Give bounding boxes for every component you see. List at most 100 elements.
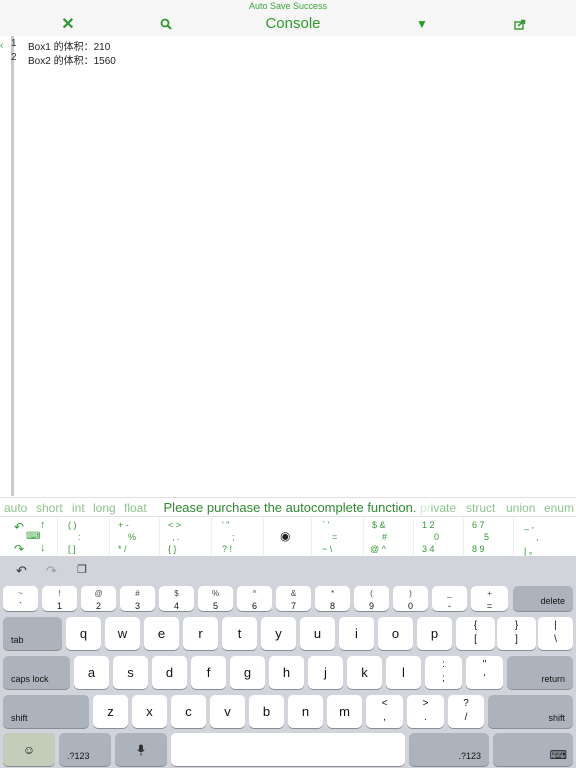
key-5[interactable]: % 5 (198, 586, 233, 611)
key-backtick[interactable]: ~ ` (3, 586, 38, 611)
redo-icon[interactable]: ↷ (46, 563, 57, 579)
key-9[interactable]: (9 (354, 586, 389, 611)
shift-key-left[interactable]: shift (3, 695, 89, 728)
key-y[interactable]: y (261, 617, 296, 650)
keyword-item[interactable]: float (124, 501, 147, 515)
key-t[interactable]: t (222, 617, 257, 650)
microphone-key[interactable] (115, 733, 167, 766)
key-w[interactable]: w (105, 617, 140, 650)
key-r[interactable]: r (183, 617, 218, 650)
key-h[interactable]: h (269, 656, 304, 689)
keyboard-icon[interactable]: ⌨ (26, 531, 40, 542)
symbol-key[interactable]: ' " ; ? ! (212, 518, 264, 556)
key-8[interactable]: * 8 (315, 586, 350, 611)
key-n[interactable]: n (288, 695, 323, 728)
cursor-dot-icon[interactable]: ◉ (280, 529, 290, 543)
dismiss-keyboard-key[interactable]: ⌨ (493, 733, 573, 766)
key-1[interactable]: ! 1 (42, 586, 77, 611)
key-k[interactable]: k (347, 656, 382, 689)
symbol-glyph: ' " (222, 520, 230, 530)
key-right-bracket[interactable]: }] (497, 617, 536, 650)
arrow-down-icon[interactable]: ↓ (40, 542, 46, 554)
key-p[interactable]: p (417, 617, 452, 650)
arrow-up-icon[interactable]: ↑ (40, 519, 46, 531)
key-a[interactable]: a (74, 656, 109, 689)
key-semicolon[interactable]: :; (425, 656, 462, 689)
key-v[interactable]: v (210, 695, 245, 728)
page-title: Console (265, 15, 321, 32)
undo-arrow-icon[interactable]: ↶ (14, 520, 24, 534)
share-button[interactable] (510, 14, 530, 34)
symbol-key[interactable]: < > , . { } (160, 518, 212, 556)
delete-key[interactable]: delete (513, 586, 573, 611)
numbers-key-right[interactable]: .?123 (409, 733, 489, 766)
symbol-glyph: ; (232, 532, 235, 542)
keyword-item[interactable]: long (93, 501, 116, 515)
return-key[interactable]: return (507, 656, 573, 689)
key-slash[interactable]: ? / (448, 695, 484, 728)
symbol-key[interactable]: ` ' = ~ \ (312, 518, 364, 556)
symbol-glyph: ( ) (68, 520, 77, 530)
undo-icon[interactable]: ↶ (16, 563, 27, 579)
caps-lock-key[interactable]: caps lock (3, 656, 70, 689)
key-2[interactable]: @2 (81, 586, 116, 611)
key-quote[interactable]: " ' (466, 656, 503, 689)
share-icon (514, 19, 526, 30)
key-6[interactable]: ^ 6 (237, 586, 272, 611)
run-button[interactable]: ▼ (412, 14, 432, 34)
key-comma[interactable]: <, (366, 695, 403, 728)
key-0[interactable]: ) 0 (393, 586, 428, 611)
keyword-item[interactable]: struct (466, 501, 495, 515)
key-d[interactable]: d (152, 656, 187, 689)
numbers-key-left[interactable]: .?123 (59, 733, 111, 766)
keyword-item[interactable]: short (36, 501, 63, 515)
key-e[interactable]: e (144, 617, 179, 650)
key-x[interactable]: x (132, 695, 167, 728)
key-4[interactable]: $4 (159, 586, 194, 611)
key-left-bracket[interactable]: {[ (456, 617, 495, 650)
key-g[interactable]: g (230, 656, 265, 689)
key-q[interactable]: q (66, 617, 101, 650)
key-z[interactable]: z (93, 695, 128, 728)
key-b[interactable]: b (249, 695, 284, 728)
key-j[interactable]: j (308, 656, 343, 689)
chevron-left-icon[interactable]: ‹ (0, 40, 3, 51)
keyword-item[interactable]: int (72, 501, 85, 515)
key-o[interactable]: o (378, 617, 413, 650)
key-period[interactable]: >. (407, 695, 444, 728)
console-output[interactable]: ‹ 1 Box1 的体积：210 2 Box2 的体积：1560 (0, 36, 576, 496)
key-u[interactable]: u (300, 617, 335, 650)
key-equals[interactable]: + = (471, 586, 508, 611)
key-3[interactable]: #3 (120, 586, 155, 611)
key-c[interactable]: c (171, 695, 206, 728)
key-i[interactable]: i (339, 617, 374, 650)
key-l[interactable]: l (386, 656, 421, 689)
emoji-key[interactable]: ☺ (3, 733, 55, 766)
symbol-key[interactable]: _ , , | 。 (514, 518, 576, 556)
symbol-key[interactable]: + - % * / (110, 518, 160, 556)
shift-key-right[interactable]: shift (488, 695, 573, 728)
output-line: Box1 的体积：210 (28, 42, 111, 53)
symbol-key[interactable]: 6 7 5 8 9 (464, 518, 514, 556)
symbol-key[interactable]: 1 2 0 3 4 (414, 518, 464, 556)
key-7[interactable]: & 7 (276, 586, 311, 611)
redo-arrow-icon[interactable]: ↷ (14, 542, 24, 556)
search-button[interactable] (156, 14, 176, 34)
paste-icon[interactable]: ❐ (77, 563, 87, 576)
space-key[interactable] (171, 733, 405, 766)
keyword-item[interactable]: auto (4, 501, 27, 515)
keyword-item[interactable]: enum (544, 501, 574, 515)
key-shift-char: % (211, 589, 220, 598)
close-button[interactable]: ✕ (58, 14, 78, 34)
key-backslash[interactable]: | \ (538, 617, 573, 650)
key-s[interactable]: s (113, 656, 148, 689)
key-minus[interactable]: _ - (432, 586, 467, 611)
key-m[interactable]: m (327, 695, 362, 728)
symbol-key[interactable]: ( ) : [ ] (58, 518, 110, 556)
key-f[interactable]: f (191, 656, 226, 689)
cursor-control[interactable]: ◉ (264, 518, 312, 556)
arrow-cell[interactable]: ↶ ↑ ⌨ ↷ ↓ (0, 518, 58, 556)
keyword-item[interactable]: union (506, 501, 535, 515)
symbol-key[interactable]: $ & # @ ^ (364, 518, 414, 556)
tab-key[interactable]: tab (3, 617, 62, 650)
